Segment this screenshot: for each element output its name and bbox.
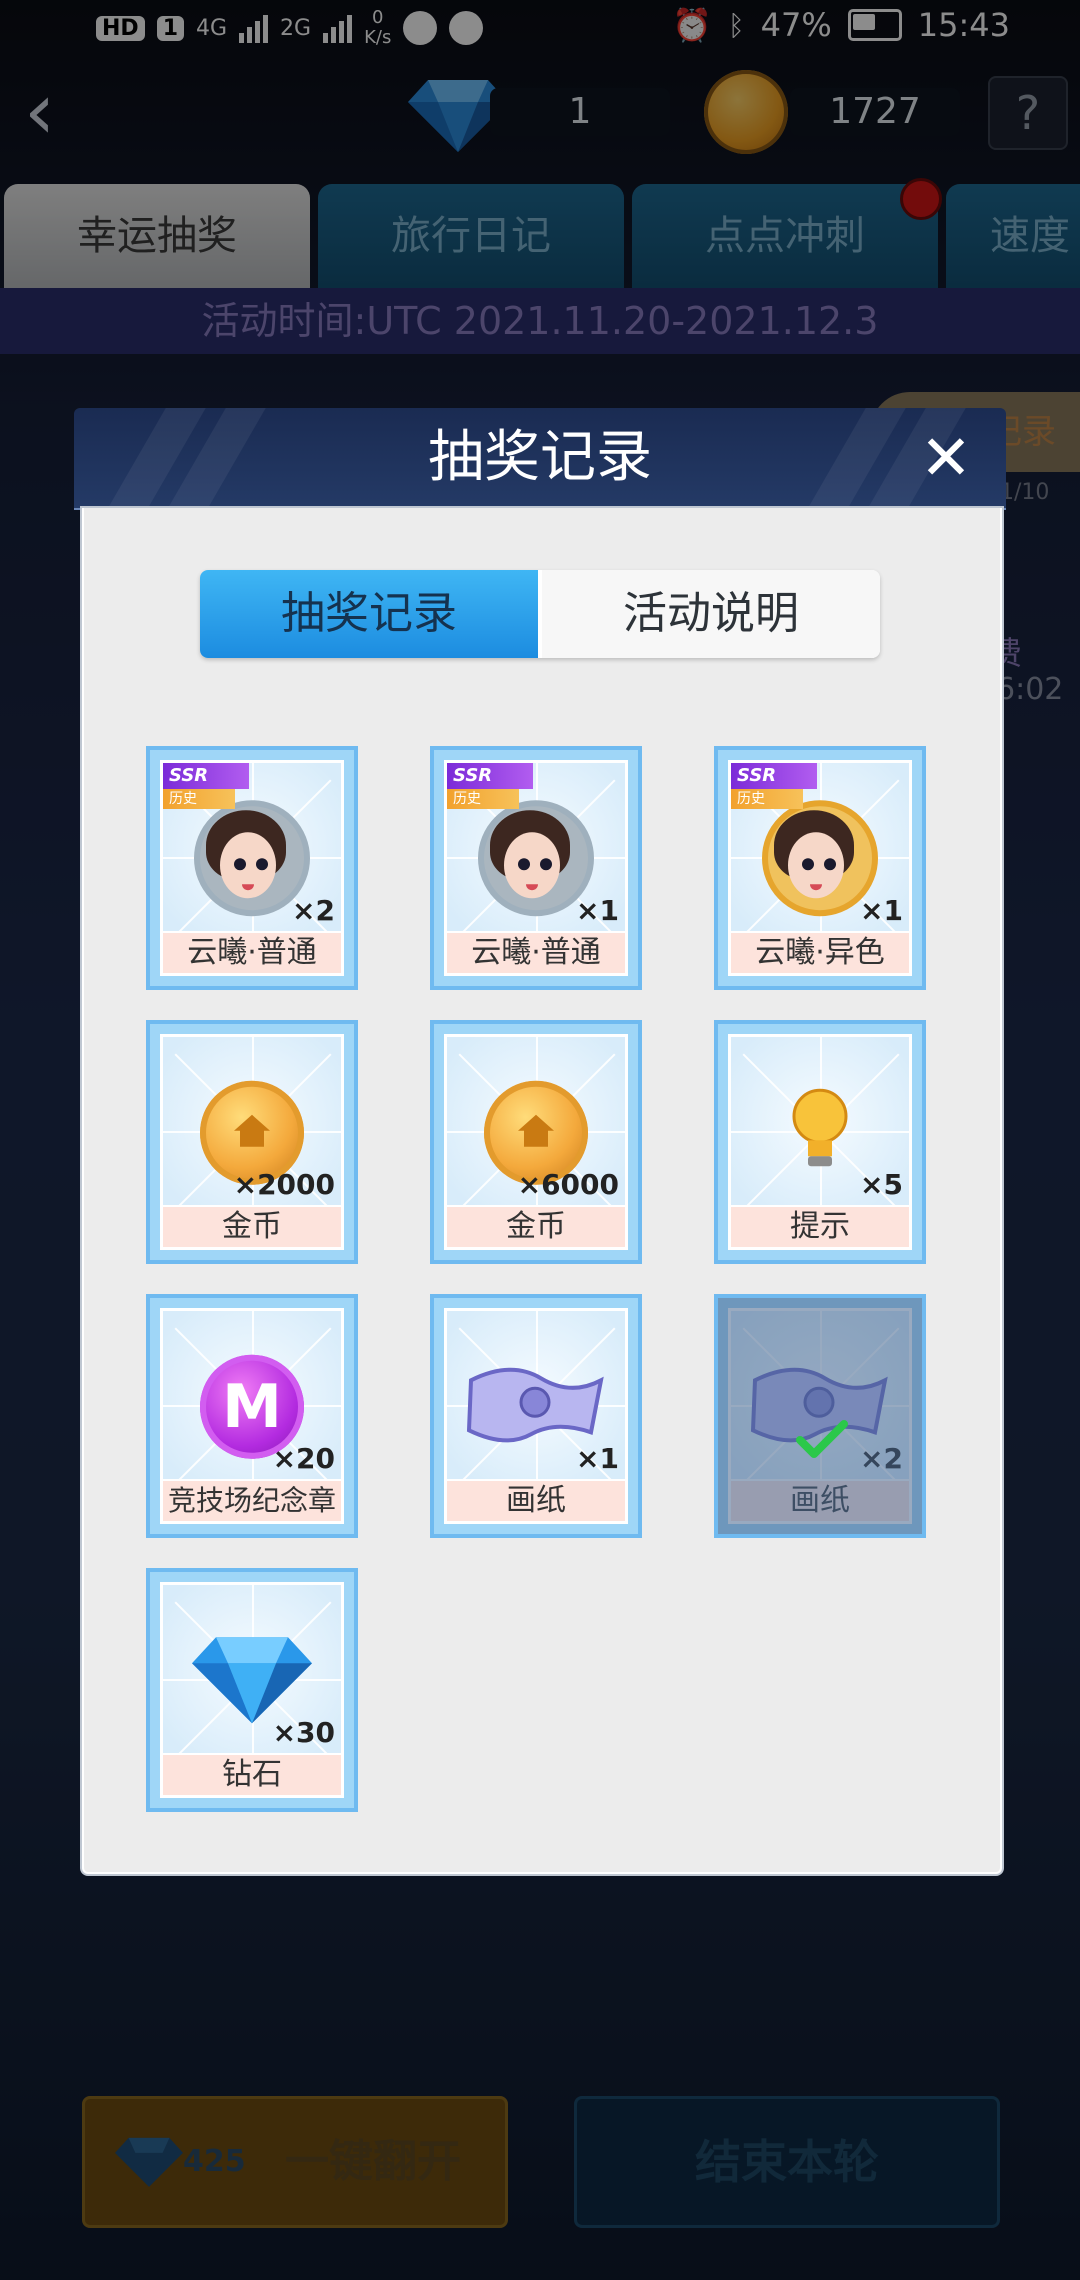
reward-qty: ×1 — [576, 894, 619, 927]
drawing-paper-icon — [466, 1367, 604, 1443]
reward-name: 钻石 — [163, 1753, 341, 1795]
reward-card[interactable]: ×1 画纸 — [430, 1294, 642, 1538]
checkmark-icon — [796, 1420, 848, 1458]
reward-qty: ×2000 — [233, 1168, 335, 1201]
reward-name: 画纸 — [447, 1479, 625, 1521]
reward-name: 云曦·普通 — [163, 931, 341, 973]
reward-qty: ×20 — [272, 1442, 335, 1475]
history-badge: 历史 — [731, 789, 803, 809]
reward-name: 提示 — [731, 1205, 909, 1247]
reward-qty: ×5 — [860, 1168, 903, 1201]
reward-qty: ×30 — [272, 1716, 335, 1749]
reward-card[interactable]: SSR 历史 ×2 云曦·普通 — [146, 746, 358, 990]
lightbulb-icon — [792, 1088, 848, 1167]
reward-name: 金币 — [447, 1205, 625, 1247]
close-button[interactable]: ✕ — [910, 420, 982, 496]
history-badge: 历史 — [163, 789, 235, 809]
reward-card[interactable]: ×6000 金币 — [430, 1020, 642, 1264]
diamond-icon — [192, 1636, 312, 1723]
reward-card[interactable]: SSR 历史 ×1 云曦·普通 — [430, 746, 642, 990]
reward-card[interactable]: SSR 历史 ×1 云曦·异色 — [714, 746, 926, 990]
ssr-badge: SSR — [163, 763, 249, 789]
reward-name: 竞技场纪念章 — [163, 1479, 341, 1521]
tab-draw-records[interactable]: 抽奖记录 — [200, 570, 538, 658]
reward-name: 金币 — [163, 1205, 341, 1247]
collected-overlay — [718, 1298, 922, 1534]
modal-header: 抽奖记录 ✕ — [74, 408, 1006, 510]
reward-card[interactable]: ×2000 金币 — [146, 1020, 358, 1264]
history-badge: 历史 — [447, 789, 519, 809]
tab-event-info[interactable]: 活动说明 — [542, 570, 880, 658]
reward-qty: ×2 — [292, 894, 335, 927]
reward-qty: ×1 — [576, 1442, 619, 1475]
reward-qty: ×6000 — [517, 1168, 619, 1201]
ssr-badge: SSR — [447, 763, 533, 789]
reward-name: 云曦·普通 — [447, 931, 625, 973]
reward-name: 云曦·异色 — [731, 931, 909, 973]
modal-tabs: 抽奖记录 活动说明 — [200, 570, 880, 658]
reward-qty: ×1 — [860, 894, 903, 927]
reward-card-collected[interactable]: ×2 画纸 — [714, 1294, 926, 1538]
reward-card[interactable]: ×30 钻石 — [146, 1568, 358, 1812]
ssr-badge: SSR — [731, 763, 817, 789]
modal-title: 抽奖记录 — [428, 425, 652, 490]
reward-card[interactable]: ×5 提示 — [714, 1020, 926, 1264]
reward-card[interactable]: M ×20 竞技场纪念章 — [146, 1294, 358, 1538]
